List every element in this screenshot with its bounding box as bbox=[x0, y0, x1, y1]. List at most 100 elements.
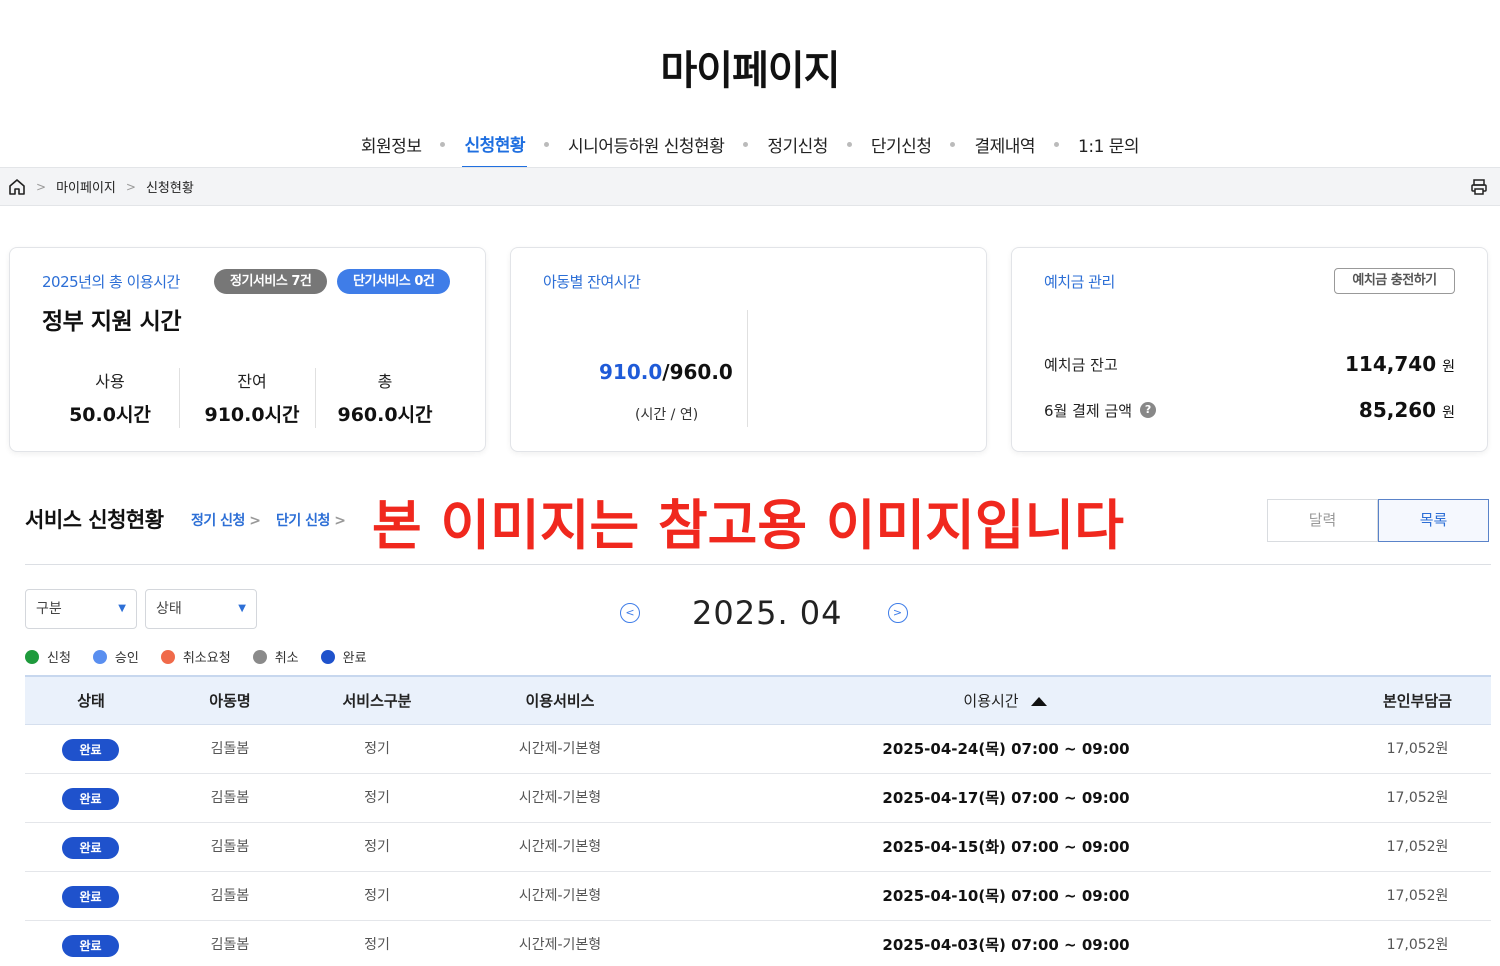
table-row[interactable]: 완료 김돌봄 정기 시간제-기본형 2025-04-24(목) 07:00 ~ … bbox=[25, 725, 1491, 774]
tab-senior-status[interactable]: 시니어등하원 신청현황 bbox=[566, 132, 726, 167]
header-status: 상태 bbox=[77, 692, 105, 710]
table-row[interactable]: 완료 김돌봄 정기 시간제-기본형 2025-04-03(목) 07:00 ~ … bbox=[25, 921, 1491, 966]
header-child: 아동명 bbox=[209, 692, 251, 710]
section-title: 서비스 신청현황 bbox=[25, 508, 164, 532]
application-table: 상태 아동명 서비스구분 이용서비스 이용시간 본인부담금 완료 김돌봄 정기 … bbox=[25, 675, 1491, 966]
cell-child: 김돌봄 bbox=[210, 888, 250, 904]
chevron-right-icon: > bbox=[125, 179, 136, 194]
breadcrumb-item-mypage[interactable]: 마이페이지 bbox=[56, 177, 116, 196]
chevron-right-icon: > bbox=[334, 513, 346, 529]
stat-remaining: 잔여 910.0시간 bbox=[184, 368, 320, 427]
gov-card-title: 정부 지원 시간 bbox=[42, 309, 181, 335]
page-title: 마이페이지 bbox=[660, 48, 841, 94]
tab-regular-apply[interactable]: 정기신청 bbox=[765, 132, 830, 167]
child-remaining-value: 910.0/960.0 bbox=[599, 360, 733, 384]
next-month-icon[interactable]: > bbox=[887, 603, 908, 623]
cell-child: 김돌봄 bbox=[210, 839, 250, 855]
legend-item: 취소 bbox=[252, 647, 299, 666]
home-icon[interactable] bbox=[8, 178, 26, 196]
stat-used-label: 사용 bbox=[95, 372, 125, 391]
child-remaining-used: 910.0 bbox=[599, 360, 663, 384]
legend-label: 취소요청 bbox=[182, 651, 231, 666]
cell-time: 2025-04-03(목) 07:00 ~ 09:00 bbox=[882, 936, 1130, 954]
cell-type: 정기 bbox=[364, 839, 390, 855]
cell-child: 김돌봄 bbox=[210, 741, 250, 757]
deposit-balance-label: 예치금 잔고 bbox=[1044, 355, 1118, 374]
cell-cost: 17,052원 bbox=[1386, 937, 1449, 953]
legend-label: 취소 bbox=[274, 651, 299, 666]
status-badge: 완료 bbox=[62, 837, 119, 859]
section-divider bbox=[25, 564, 1491, 565]
chevron-down-icon: ▼ bbox=[238, 603, 246, 614]
legend-label: 완료 bbox=[342, 651, 367, 666]
currency-label: 원 bbox=[1442, 405, 1455, 421]
cell-service: 시간제-기본형 bbox=[518, 937, 602, 953]
stat-divider bbox=[315, 368, 316, 428]
cell-cost: 17,052원 bbox=[1386, 741, 1449, 757]
chevron-down-icon: ▼ bbox=[118, 603, 126, 614]
gov-time-card: 2025년의 총 이용시간 정기서비스 7건 단기서비스 0건 정부 지원 시간… bbox=[9, 247, 486, 452]
cell-type: 정기 bbox=[364, 937, 390, 953]
tab-short-apply[interactable]: 단기신청 bbox=[869, 132, 934, 167]
stat-total: 총 960.0시간 bbox=[317, 368, 453, 427]
status-badge: 완료 bbox=[62, 788, 119, 810]
calendar-view-button[interactable]: 달력 bbox=[1267, 499, 1378, 542]
month-navigator: < 2025. 04 > bbox=[620, 594, 908, 632]
regular-apply-link[interactable]: 정기 신청 > bbox=[191, 510, 261, 530]
list-view-button[interactable]: 목록 bbox=[1378, 499, 1489, 542]
child-card-label: 아동별 잔여시간 bbox=[543, 273, 641, 291]
tab-separator bbox=[1054, 142, 1060, 147]
deposit-balance-row: 예치금 잔고 114,740 원 bbox=[1044, 352, 1455, 376]
deposit-card-label: 예치금 관리 bbox=[1044, 273, 1115, 291]
header-time[interactable]: 이용시간 bbox=[905, 677, 1105, 725]
cell-time: 2025-04-10(목) 07:00 ~ 09:00 bbox=[882, 887, 1130, 905]
category-select[interactable]: 구분 ▼ bbox=[25, 589, 137, 629]
cell-child: 김돌봄 bbox=[210, 790, 250, 806]
legend-label: 신청 bbox=[47, 651, 71, 666]
cell-cost: 17,052원 bbox=[1386, 790, 1449, 806]
cell-type: 정기 bbox=[364, 790, 390, 806]
deposit-payment-row: 6월 결제 금액? 85,260 원 bbox=[1044, 398, 1455, 422]
tab-separator bbox=[950, 142, 956, 147]
deposit-charge-button[interactable]: 예치금 충전하기 bbox=[1334, 268, 1455, 294]
cell-time: 2025-04-15(화) 07:00 ~ 09:00 bbox=[882, 838, 1130, 856]
legend-dot bbox=[252, 649, 267, 664]
stat-used-value: 50.0시간 bbox=[69, 404, 151, 426]
currency-label: 원 bbox=[1442, 359, 1455, 375]
stat-remaining-label: 잔여 bbox=[237, 372, 267, 391]
table-row[interactable]: 완료 김돌봄 정기 시간제-기본형 2025-04-15(화) 07:00 ~ … bbox=[25, 823, 1491, 872]
status-select[interactable]: 상태 ▼ bbox=[145, 589, 257, 629]
tab-inquiry[interactable]: 1:1 문의 bbox=[1076, 132, 1141, 167]
short-apply-link[interactable]: 단기 신청 > bbox=[276, 510, 346, 530]
header-type: 서비스구분 bbox=[342, 692, 412, 710]
legend-item: 승인 bbox=[92, 647, 139, 666]
printer-icon[interactable] bbox=[1470, 178, 1488, 196]
table-header: 상태 아동명 서비스구분 이용서비스 이용시간 본인부담금 bbox=[25, 675, 1491, 725]
regular-service-badge: 정기서비스 7건 bbox=[214, 269, 328, 294]
gov-card-label: 2025년의 총 이용시간 bbox=[42, 273, 180, 291]
table-row[interactable]: 완료 김돌봄 정기 시간제-기본형 2025-04-10(목) 07:00 ~ … bbox=[25, 872, 1491, 921]
child-time-card: 아동별 잔여시간 910.0/960.0 (시간 / 연) bbox=[510, 247, 987, 452]
cell-type: 정기 bbox=[364, 741, 390, 757]
deposit-payment-value: 85,260 bbox=[1358, 398, 1437, 422]
tab-member-info[interactable]: 회원정보 bbox=[359, 132, 424, 167]
view-toggle: 달력 목록 bbox=[1267, 499, 1489, 542]
stat-total-value: 960.0시간 bbox=[337, 404, 433, 426]
regular-apply-link-label: 정기 신청 bbox=[191, 513, 245, 529]
header-time-label: 이용시간 bbox=[963, 692, 1019, 710]
chevron-right-icon: > bbox=[249, 513, 261, 529]
tab-application-status[interactable]: 신청현황 bbox=[462, 131, 528, 168]
tab-payment-history[interactable]: 결제내역 bbox=[972, 132, 1037, 167]
legend-dot bbox=[92, 649, 107, 664]
child-card-divider bbox=[747, 310, 748, 427]
cell-service: 시간제-기본형 bbox=[518, 790, 602, 806]
legend-item: 완료 bbox=[320, 647, 367, 666]
legend-dot bbox=[25, 649, 39, 664]
prev-month-icon[interactable]: < bbox=[620, 603, 640, 623]
cell-service: 시간제-기본형 bbox=[518, 839, 602, 855]
cell-time: 2025-04-24(목) 07:00 ~ 09:00 bbox=[882, 740, 1130, 758]
table-row[interactable]: 완료 김돌봄 정기 시간제-기본형 2025-04-17(목) 07:00 ~ … bbox=[25, 774, 1491, 823]
legend-label: 승인 bbox=[114, 651, 139, 666]
help-icon[interactable]: ? bbox=[1140, 402, 1157, 418]
cell-cost: 17,052원 bbox=[1386, 839, 1449, 855]
